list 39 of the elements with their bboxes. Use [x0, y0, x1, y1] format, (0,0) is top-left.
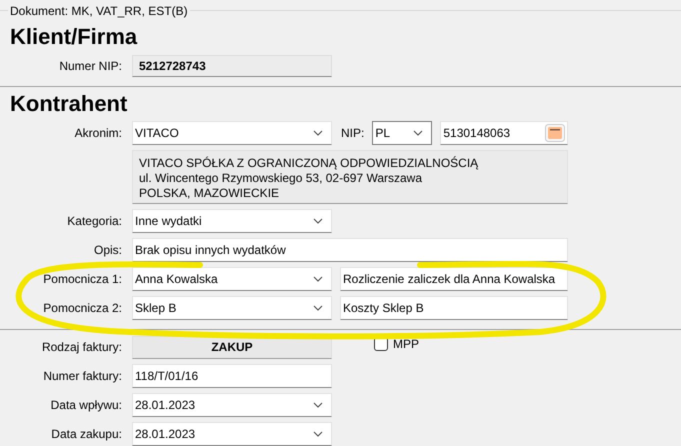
field-label: Pomocnicza 1:: [42, 272, 122, 286]
field-label: Pomocnicza 2:: [42, 301, 122, 315]
auxiliary-dropdown[interactable]: Sklep B: [132, 296, 332, 320]
address-line: VITACO SPÓŁKA Z OGRANICZONĄ ODPOWIEDZIALNOŚCIĄ: [139, 156, 480, 171]
document-legend: Dokument: MK, VAT_RR, EST(B): [8, 4, 190, 18]
country-dropdown[interactable]: PL: [372, 121, 432, 145]
date-picker[interactable]: 28.01.2023: [132, 393, 332, 417]
checkbox-label: MPP: [393, 337, 420, 351]
chevron-down-icon: [313, 305, 323, 311]
acronym-dropdown[interactable]: VITACO: [132, 121, 332, 145]
chevron-down-icon: [313, 276, 323, 282]
chevron-down-icon: [313, 130, 323, 136]
field-label: Numer faktury:: [42, 369, 122, 383]
nip-input[interactable]: 5130148063: [440, 121, 568, 145]
invoice-number-input[interactable]: 118/T/01/16: [132, 364, 332, 388]
category-dropdown[interactable]: Inne wydatki: [132, 209, 332, 233]
description-input[interactable]: Brak opisu innych wydatków: [132, 238, 568, 262]
address-line: POLSKA, MAZOWIECKIE: [139, 186, 280, 201]
auxiliary-dropdown[interactable]: Anna Kowalska: [132, 267, 332, 291]
address-line: ul. Wincentego Rzymowskiego 53, 02-697 Warszawa: [139, 171, 424, 186]
date-picker[interactable]: 28.01.2023: [132, 422, 332, 446]
chevron-down-icon: [313, 218, 323, 224]
section-heading: Klient/Firma: [10, 25, 138, 49]
auxiliary-description-input[interactable]: Rozliczenie zaliczek dla Anna Kowalska: [340, 267, 568, 291]
chevron-down-icon: [413, 130, 424, 136]
field-label: Rodzaj faktury:: [40, 340, 122, 354]
auxiliary-description-input[interactable]: Koszty Sklep B: [340, 296, 568, 320]
section-heading: Kontrahent: [10, 92, 128, 116]
field-label: Data zakupu:: [50, 427, 122, 441]
field-label: Numer NIP:: [58, 59, 122, 73]
chevron-down-icon: [313, 402, 323, 408]
field-label: Kategoria:: [66, 214, 122, 228]
field-label: Akronim:: [74, 126, 122, 140]
card-icon[interactable]: [545, 124, 566, 142]
field-label: Data wpływu:: [50, 398, 122, 412]
field-label: Opis:: [92, 243, 122, 257]
nip-field: 5212728743: [132, 55, 332, 77]
field-label: NIP:: [341, 126, 364, 140]
chevron-down-icon: [313, 431, 323, 437]
